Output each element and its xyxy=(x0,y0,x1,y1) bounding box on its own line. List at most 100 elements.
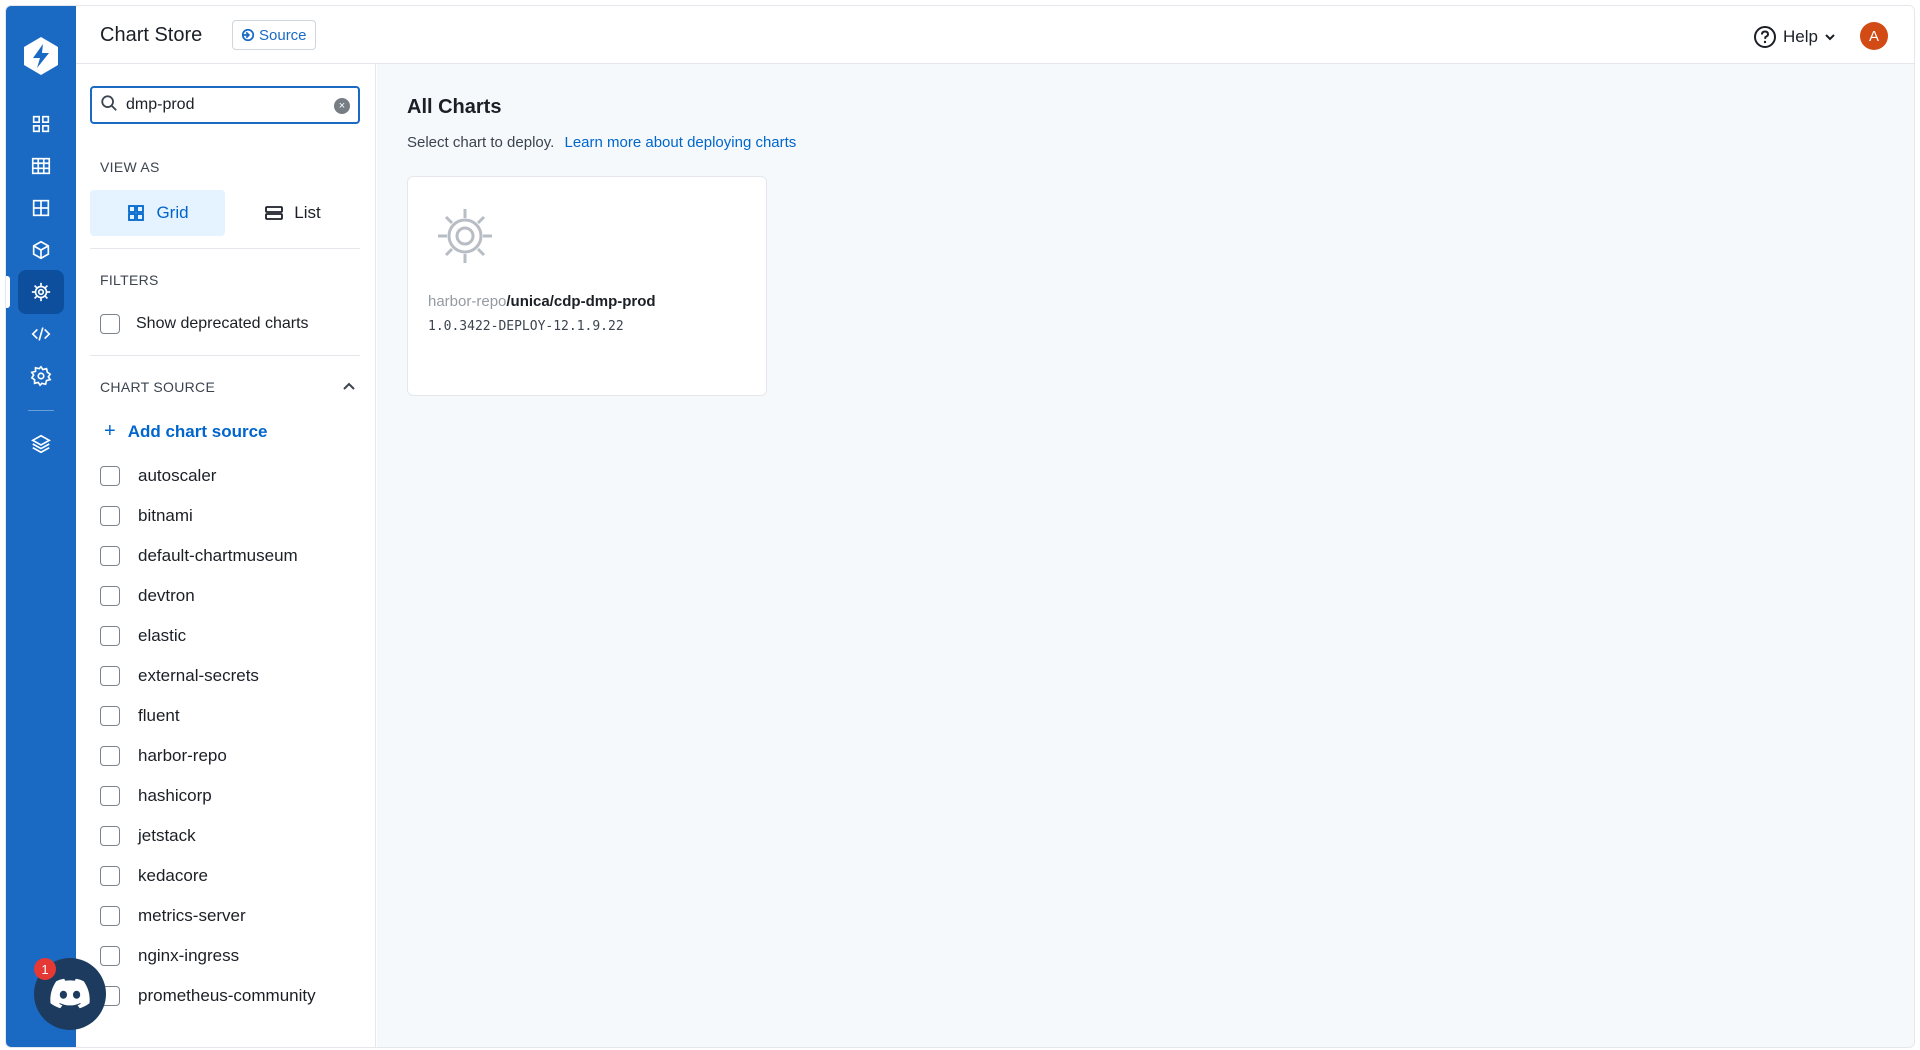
chart-source-item[interactable]: jetstack xyxy=(100,816,316,856)
chart-source-label: prometheus-community xyxy=(138,986,316,1005)
checkbox[interactable] xyxy=(100,466,120,486)
divider xyxy=(90,248,360,249)
learn-more-link[interactable]: Learn more about deploying charts xyxy=(564,134,796,151)
checkbox[interactable] xyxy=(100,666,120,686)
nav-cube-icon[interactable] xyxy=(18,228,64,272)
chart-source-list: autoscaler bitnami default-chartmuseum devt… xyxy=(100,456,316,1016)
plus-icon: + xyxy=(104,420,116,442)
subtitle-text: Select chart to deploy. xyxy=(407,134,555,151)
nav-stack-layers-icon[interactable] xyxy=(18,422,64,466)
view-as-label: VIEW AS xyxy=(100,159,160,175)
chart-source-item[interactable]: bitnami xyxy=(100,496,316,536)
chart-source-item[interactable]: default-chartmuseum xyxy=(100,536,316,576)
chart-source-label: kedacore xyxy=(138,866,208,885)
chart-source-label: default-chartmuseum xyxy=(138,546,298,565)
source-link-icon xyxy=(241,28,255,42)
subtitle: Select chart to deploy. Learn more about… xyxy=(407,134,796,151)
chevron-up-icon[interactable] xyxy=(341,378,355,392)
nav-code-icon[interactable] xyxy=(18,312,64,356)
checkbox[interactable] xyxy=(100,946,120,966)
checkbox[interactable] xyxy=(100,506,120,526)
source-button[interactable]: Source xyxy=(232,20,316,50)
notification-badge: 1 xyxy=(34,958,56,980)
checkbox[interactable] xyxy=(100,626,120,646)
chart-source-label: bitnami xyxy=(138,506,193,525)
nav-apps-grid-icon[interactable] xyxy=(18,102,64,146)
chart-source-item[interactable]: devtron xyxy=(100,576,316,616)
grid-view-label: Grid xyxy=(156,203,189,222)
search-box: × xyxy=(90,86,360,124)
chart-source-item[interactable]: metrics-server xyxy=(100,896,316,936)
discord-icon xyxy=(50,978,90,1009)
nav-table-grid-icon[interactable] xyxy=(18,144,64,188)
help-label: Help xyxy=(1783,27,1818,46)
divider xyxy=(90,355,360,356)
chart-source-item[interactable]: fluent xyxy=(100,696,316,736)
page-title: Chart Store xyxy=(100,24,203,46)
helm-chart-icon xyxy=(434,205,496,267)
chart-source-label: external-secrets xyxy=(138,666,259,685)
list-view-label: List xyxy=(294,203,321,222)
chart-version: 1.0.3422-DEPLOY-12.1.9.22 xyxy=(428,319,624,334)
checkbox[interactable] xyxy=(100,866,120,886)
chart-source-item[interactable]: kedacore xyxy=(100,856,316,896)
checkbox[interactable] xyxy=(100,706,120,726)
main-content: All Charts Select chart to deploy. Learn… xyxy=(377,64,1914,1047)
chart-source-item[interactable]: nginx-ingress xyxy=(100,936,316,976)
filters-label: FILTERS xyxy=(100,272,159,288)
page-header: Chart Store Source Help A xyxy=(76,6,1914,64)
show-deprecated-checkbox[interactable]: Show deprecated charts xyxy=(100,314,309,334)
checkbox[interactable] xyxy=(100,746,120,766)
source-button-label: Source xyxy=(259,26,307,44)
chart-source-label: jetstack xyxy=(138,826,196,845)
chevron-down-icon xyxy=(1825,34,1835,41)
checkbox[interactable] xyxy=(100,786,120,806)
nav-gear-icon[interactable] xyxy=(18,354,64,398)
add-chart-source-label: Add chart source xyxy=(127,421,268,441)
nav-helm-wheel-icon[interactable] xyxy=(6,270,64,314)
grid-icon xyxy=(128,205,145,221)
app-frame: Chart Store Source Help A × VIEW AS xyxy=(5,5,1915,1048)
chart-source-item[interactable]: prometheus-community xyxy=(100,976,316,1016)
clear-search-icon[interactable]: × xyxy=(334,98,350,114)
show-deprecated-label: Show deprecated charts xyxy=(136,315,309,332)
all-charts-heading: All Charts xyxy=(407,96,502,118)
filter-sidebar: × VIEW AS Grid List FILTERS Show depreca… xyxy=(76,64,376,1047)
chart-name: harbor-repo/unica/cdp-dmp-prod xyxy=(428,293,656,310)
left-nav-rail xyxy=(6,6,76,1047)
chart-source-label: harbor-repo xyxy=(138,746,227,765)
search-input[interactable] xyxy=(126,96,326,114)
list-view-button[interactable]: List xyxy=(225,190,360,236)
chart-source-item[interactable]: harbor-repo xyxy=(100,736,316,776)
nav-dashboard-grid-icon[interactable] xyxy=(18,186,64,230)
chart-source-label: CHART SOURCE xyxy=(100,379,216,395)
user-avatar[interactable]: A xyxy=(1860,22,1888,50)
chart-source-item[interactable]: autoscaler xyxy=(100,456,316,496)
checkbox[interactable] xyxy=(100,314,120,334)
checkbox[interactable] xyxy=(100,586,120,606)
view-toggle: Grid List xyxy=(90,190,360,236)
chart-source-item[interactable]: elastic xyxy=(100,616,316,656)
chart-source-label: nginx-ingress xyxy=(138,946,240,965)
chart-source-item[interactable]: external-secrets xyxy=(100,656,316,696)
chart-card[interactable]: harbor-repo/unica/cdp-dmp-prod 1.0.3422-… xyxy=(407,176,767,396)
discord-chat-button[interactable]: 1 xyxy=(34,958,106,1030)
add-chart-source-button[interactable]: + Add chart source xyxy=(104,420,268,443)
chart-repo: harbor-repo xyxy=(428,293,507,310)
grid-view-button[interactable]: Grid xyxy=(90,190,225,236)
chart-path: /unica/cdp-dmp-prod xyxy=(506,293,656,310)
checkbox[interactable] xyxy=(100,826,120,846)
chart-source-label: devtron xyxy=(138,586,195,605)
chart-source-label: elastic xyxy=(138,626,187,645)
chart-source-item[interactable]: hashicorp xyxy=(100,776,316,816)
nav-divider xyxy=(28,410,54,411)
chart-source-label: autoscaler xyxy=(138,466,217,485)
chart-source-label: hashicorp xyxy=(138,786,212,805)
chart-source-label: fluent xyxy=(138,706,180,725)
search-icon xyxy=(100,94,118,117)
help-menu[interactable]: Help xyxy=(1753,25,1836,49)
checkbox[interactable] xyxy=(100,546,120,566)
checkbox[interactable] xyxy=(100,906,120,926)
chart-source-label: metrics-server xyxy=(138,906,246,925)
devtron-logo-icon[interactable] xyxy=(19,34,63,78)
